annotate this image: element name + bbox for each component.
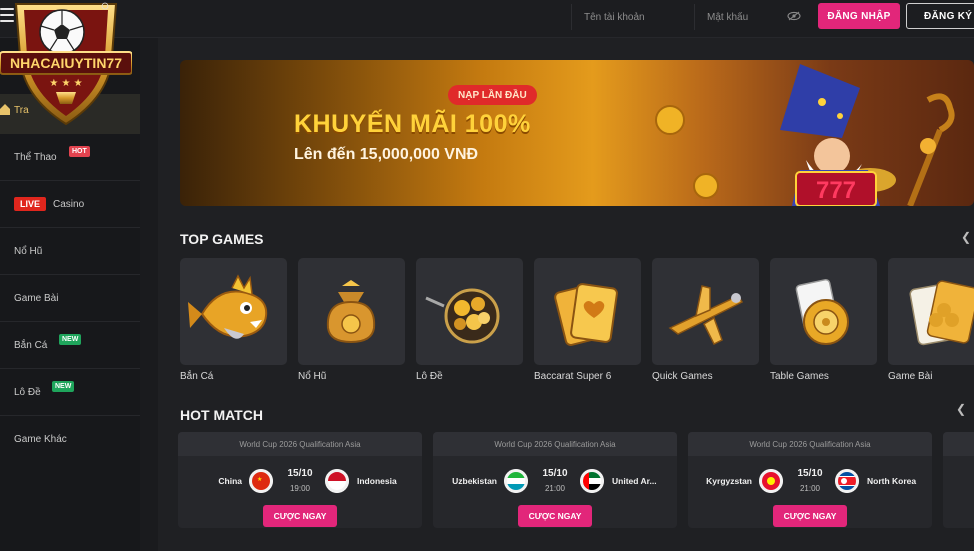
match-card[interactable]: World Cup 2026 Qualification Asia Kyrgyz… bbox=[688, 432, 932, 528]
sidebar-item-lottery[interactable]: Lô Đề NEW bbox=[0, 369, 140, 416]
login-button[interactable]: ĐĂNG NHẬP bbox=[818, 3, 900, 29]
bet-now-button[interactable]: CƯỢC NGAY bbox=[518, 505, 592, 527]
kyrgyzstan-flag-icon bbox=[759, 469, 783, 493]
sidebar-item-label: Casino bbox=[53, 198, 85, 210]
game-card-table-games[interactable] bbox=[770, 258, 877, 365]
indonesia-flag-icon bbox=[325, 469, 349, 493]
chevron-left-icon[interactable]: ❮ bbox=[953, 401, 969, 417]
league-name bbox=[943, 432, 974, 456]
svg-text:★ ★ ★: ★ ★ ★ bbox=[49, 78, 82, 89]
live-badge: LIVE bbox=[14, 197, 47, 211]
uae-flag-icon bbox=[580, 469, 604, 493]
match-date: 15/10 bbox=[542, 468, 568, 479]
hot-match-title: HOT MATCH bbox=[180, 407, 263, 423]
airplane-icon bbox=[668, 285, 744, 346]
sidebar-item-other-games[interactable]: Game Khác bbox=[0, 416, 140, 463]
slot-text: 777 bbox=[816, 177, 856, 204]
home-team: Kyrgyzstan bbox=[706, 476, 752, 486]
new-badge: NEW bbox=[59, 334, 82, 345]
game-label: Lô Đề bbox=[416, 371, 443, 382]
sidebar-item-slots[interactable]: Nổ Hũ bbox=[0, 228, 140, 275]
sidebar-item-label: Game Bài bbox=[14, 292, 59, 304]
bet-now-button[interactable]: CƯỢC NGAY bbox=[773, 505, 847, 527]
sidebar-item-label: Thể Thao bbox=[14, 151, 57, 163]
money-bag-icon bbox=[326, 280, 376, 344]
sidebar-item-label: Game Khác bbox=[14, 434, 67, 445]
uzbekistan-flag-icon bbox=[504, 469, 528, 493]
fish-icon bbox=[188, 274, 268, 339]
game-card-baccarat[interactable] bbox=[534, 258, 641, 365]
game-label: Table Games bbox=[770, 371, 829, 382]
home-team: China bbox=[218, 476, 242, 486]
game-label: Quick Games bbox=[652, 371, 713, 382]
eye-icon[interactable] bbox=[787, 11, 801, 21]
game-card-quick-games[interactable] bbox=[652, 258, 759, 365]
game-card-fish[interactable] bbox=[180, 258, 287, 365]
league-name: World Cup 2026 Qualification Asia bbox=[688, 432, 932, 456]
sidebar-item-label: Nổ Hũ bbox=[14, 245, 43, 257]
card-clubs-icon bbox=[909, 280, 974, 346]
league-name: World Cup 2026 Qualification Asia bbox=[433, 432, 677, 456]
game-label: Bắn Cá bbox=[180, 371, 214, 382]
lottery-balls-icon bbox=[425, 288, 500, 344]
register-button[interactable]: ĐĂNG KÝ bbox=[906, 3, 974, 29]
cards-icon bbox=[554, 283, 618, 346]
sidebar-item-casino[interactable]: LIVE Casino bbox=[0, 181, 140, 228]
match-card[interactable]: World Cup 2026 Qualification Asia China … bbox=[178, 432, 422, 528]
hot-badge: HOT bbox=[69, 146, 90, 157]
match-time: 19:00 bbox=[289, 484, 311, 493]
match-date: 15/10 bbox=[287, 468, 313, 479]
game-card-jackpot[interactable] bbox=[298, 258, 405, 365]
sidebar-item-fishing[interactable]: Bắn Cá NEW bbox=[0, 322, 140, 369]
site-logo[interactable]: NHACAIUYTIN77 ★ ★ ★ bbox=[0, 0, 132, 128]
game-card-lottery[interactable] bbox=[416, 258, 523, 365]
match-card[interactable] bbox=[943, 432, 974, 528]
top-bar: ĐĂNG NHẬP ĐĂNG KÝ bbox=[0, 0, 974, 38]
match-card[interactable]: World Cup 2026 Qualification Asia Uzbeki… bbox=[433, 432, 677, 528]
away-team: Indonesia bbox=[357, 476, 397, 486]
game-label: Game Bài bbox=[888, 371, 933, 382]
sidebar-item-label: Bắn Cá bbox=[14, 339, 48, 351]
match-date: 15/10 bbox=[797, 468, 823, 479]
game-card-card-games[interactable] bbox=[888, 258, 974, 365]
banner-subtitle: Lên đến 15,000,000 VNĐ bbox=[294, 146, 479, 163]
away-team: North Korea bbox=[867, 476, 917, 486]
home-team: Uzbekistan bbox=[452, 476, 497, 486]
banner-title: KHUYẾN MÃI 100% bbox=[294, 110, 531, 138]
sidebar-item-sports[interactable]: Thể Thao HOT bbox=[0, 134, 140, 181]
match-time: 21:00 bbox=[544, 484, 566, 493]
sidebar-item-card-games[interactable]: Game Bài bbox=[0, 275, 140, 322]
logo-text: NHACAIUYTIN77 bbox=[10, 55, 122, 71]
sidebar-divider bbox=[140, 38, 158, 551]
north-korea-flag-icon bbox=[835, 469, 859, 493]
away-team: United Ar... bbox=[612, 476, 657, 486]
chevron-left-icon[interactable]: ❮ bbox=[958, 229, 974, 245]
bet-now-button[interactable]: CƯỢC NGAY bbox=[263, 505, 337, 527]
banner-tag: NẠP LẦN ĐẦU bbox=[448, 85, 537, 105]
match-time: 21:00 bbox=[799, 484, 821, 493]
svg-text:★: ★ bbox=[257, 476, 262, 483]
sidebar-item-label: Lô Đề bbox=[14, 386, 41, 398]
china-flag-icon: ★ bbox=[249, 469, 273, 493]
top-games-title: TOP GAMES bbox=[180, 231, 264, 247]
username-input[interactable] bbox=[571, 4, 686, 30]
game-label: Baccarat Super 6 bbox=[534, 371, 612, 382]
wizard-slot-illustration: 777 bbox=[655, 64, 955, 206]
game-label: Nổ Hũ bbox=[298, 371, 327, 382]
chip-icon bbox=[795, 278, 849, 345]
league-name: World Cup 2026 Qualification Asia bbox=[178, 432, 422, 456]
promo-banner[interactable]: NẠP LẦN ĐẦU KHUYẾN MÃI 100% Lên đến 15,0… bbox=[180, 60, 974, 206]
new-badge: NEW bbox=[52, 381, 75, 392]
